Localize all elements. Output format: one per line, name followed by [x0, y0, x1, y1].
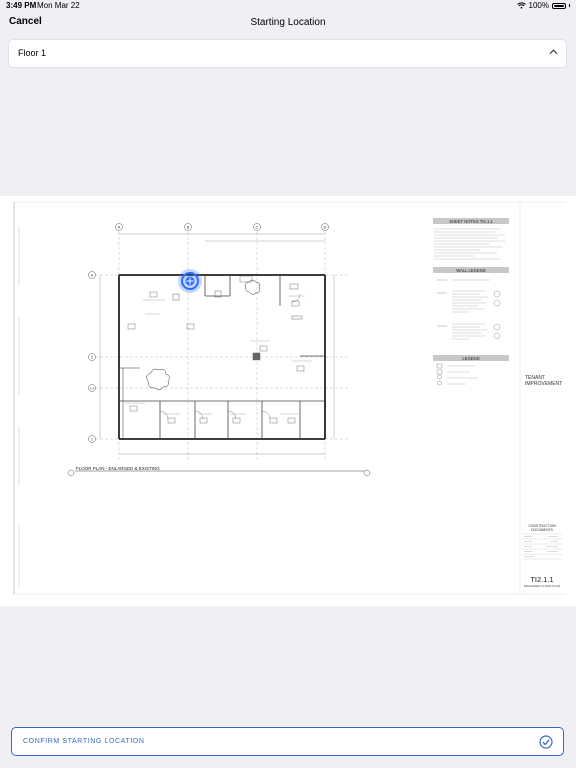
floor-select[interactable]: Floor 1 — [9, 40, 566, 67]
wifi-icon — [516, 2, 526, 9]
confirm-starting-location-button[interactable]: CONFIRM STARTING LOCATION — [11, 727, 564, 756]
location-marker-icon[interactable] — [175, 266, 205, 296]
sheet-notes-title: SHEET NOTES TI2.1.1 — [449, 219, 493, 224]
check-circle-icon — [539, 735, 553, 749]
status-bar: 3:49 PM Mon Mar 22 100% — [0, 0, 576, 12]
grid-label-col-b: B — [187, 225, 190, 230]
status-time: 3:49 PM — [6, 1, 37, 10]
project-name-line2: IMPROVEMENT — [525, 381, 562, 387]
floor-select-value: Floor 1 — [18, 48, 47, 58]
legend-title: LEGEND — [462, 356, 479, 361]
battery-percent: 100% — [528, 1, 549, 10]
plan-title: FLOOR PLAN - ENLARGED & EXISTING — [76, 466, 160, 471]
grid-label-row-2-4: 2.4 — [90, 387, 95, 391]
nav-bar: Cancel Starting Location — [0, 12, 576, 34]
grid-label-col-d: D — [324, 225, 327, 230]
chevron-up-icon — [549, 49, 558, 55]
wall-legend-title: WALL LEGEND — [456, 268, 485, 273]
status-right: 100% — [516, 1, 570, 10]
battery-icon — [552, 2, 566, 9]
status-date: Mon Mar 22 — [37, 1, 80, 10]
floor-plan-drawing: A B C D 4 3 2.4 1 FLOOR PLAN - ENLARGED … — [13, 201, 566, 595]
floor-plan-viewer[interactable]: A B C D 4 3 2.4 1 FLOOR PLAN - ENLARGED … — [0, 196, 576, 606]
battery-tip — [569, 4, 570, 7]
grid-label-col-a: A — [118, 225, 121, 230]
grid-label-col-c: C — [256, 225, 259, 230]
stamp-line2: DOCUMENTS — [531, 528, 554, 532]
sheet-name: ENLARGED FLOOR PLAN — [524, 584, 560, 588]
sheet-number: TI2.1.1 — [530, 575, 553, 584]
page-title: Starting Location — [250, 17, 326, 28]
confirm-button-label: CONFIRM STARTING LOCATION — [23, 738, 145, 745]
